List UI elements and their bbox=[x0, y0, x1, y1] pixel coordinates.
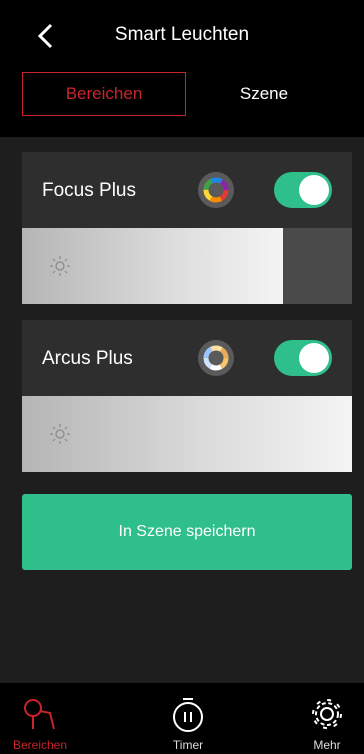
brightness-fill bbox=[22, 396, 352, 472]
lamp-icon bbox=[24, 699, 55, 730]
power-toggle[interactable] bbox=[274, 172, 332, 208]
light-card-arcus-plus: Arcus Plus bbox=[22, 320, 352, 472]
light-card-header: Arcus Plus bbox=[22, 320, 352, 396]
gear-icon bbox=[312, 699, 342, 729]
segment-szene[interactable]: Szene bbox=[186, 72, 342, 116]
tab-label: Bereichen bbox=[12, 738, 68, 752]
timer-icon bbox=[173, 698, 203, 732]
tab-bar: Bereichen Timer Mehr bbox=[0, 683, 364, 754]
header: Smart Leuchten Bereichen Szene bbox=[0, 0, 364, 137]
sun-icon bbox=[50, 424, 70, 444]
light-name: Arcus Plus bbox=[42, 348, 133, 369]
brightness-slider[interactable] bbox=[22, 396, 352, 472]
sun-icon bbox=[50, 256, 70, 276]
page-title: Smart Leuchten bbox=[114, 24, 250, 45]
segment-bereichen[interactable]: Bereichen bbox=[22, 72, 186, 116]
tab-label: Timer bbox=[172, 738, 204, 752]
tab-bereichen[interactable]: Bereichen bbox=[0, 683, 80, 754]
light-card-header: Focus Plus bbox=[22, 152, 352, 228]
tab-label: Mehr bbox=[313, 738, 341, 752]
brightness-slider[interactable] bbox=[22, 228, 352, 304]
color-wheel-icon[interactable] bbox=[198, 340, 234, 376]
segmented-control: Bereichen Szene bbox=[22, 72, 342, 116]
light-card-focus-plus: Focus Plus bbox=[22, 152, 352, 304]
color-wheel-icon[interactable] bbox=[198, 172, 234, 208]
tab-timer[interactable]: Timer bbox=[148, 683, 228, 754]
toggle-knob bbox=[299, 175, 329, 205]
light-name: Focus Plus bbox=[42, 180, 136, 201]
tab-mehr[interactable]: Mehr bbox=[290, 683, 364, 754]
save-to-scene-button[interactable]: In Szene speichern bbox=[22, 494, 352, 570]
power-toggle[interactable] bbox=[274, 340, 332, 376]
toggle-knob bbox=[299, 343, 329, 373]
